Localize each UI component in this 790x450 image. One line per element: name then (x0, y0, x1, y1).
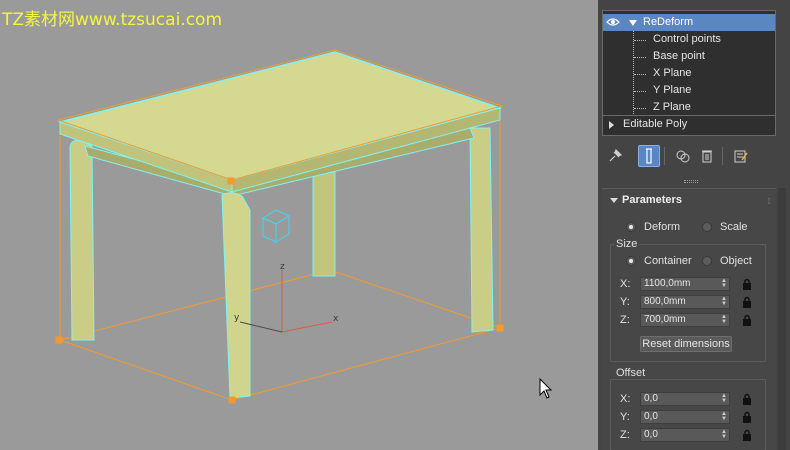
offset-y-spinner[interactable]: 0,0 ▲ ▼ (640, 410, 730, 424)
spinner-arrows-icon[interactable]: ▲ ▼ (721, 296, 727, 307)
configure-modifier-sets-icon[interactable] (730, 145, 752, 167)
rollout-collapse-icon[interactable] (610, 198, 618, 203)
pin-stack-icon[interactable] (604, 145, 626, 167)
control-point-cube-icon[interactable] (261, 209, 291, 243)
size-z-label: Z: (620, 314, 630, 326)
container-label: Container (644, 255, 692, 267)
stack-subitem-x-plane[interactable]: X Plane (603, 65, 775, 82)
size-y-label: Y: (620, 296, 630, 308)
container-radio[interactable] (626, 256, 636, 266)
stack-item-redeform[interactable]: ReDeform (603, 14, 775, 31)
stack-item-label: ReDeform (643, 16, 694, 28)
spinner-arrows-icon[interactable]: ▲ ▼ (721, 314, 727, 325)
spinner-arrows-icon[interactable]: ▲ ▼ (721, 411, 727, 422)
lock-icon[interactable] (742, 296, 752, 308)
object-radio[interactable] (702, 256, 712, 266)
spinner-arrows-icon[interactable]: ▲ ▼ (721, 393, 727, 404)
toolbar-separator (722, 147, 723, 165)
spinner-arrows-icon[interactable]: ▲ ▼ (721, 429, 727, 440)
deform-radio[interactable] (626, 222, 636, 232)
lock-icon[interactable] (742, 278, 752, 290)
offset-group-title: Offset (614, 367, 648, 379)
size-z-value[interactable]: 700,0mm (644, 314, 686, 325)
deform-label: Deform (644, 221, 681, 233)
offset-z-label: Z: (620, 429, 630, 441)
offset-x-label: X: (620, 393, 631, 405)
modifier-stack-list[interactable]: ReDeform Control points Base point X Pla… (602, 10, 776, 136)
object-label: Object (720, 255, 752, 267)
size-group-title: Size (614, 238, 640, 250)
perspective-viewport[interactable]: TZ素材网www.tzsucai.com z y x (0, 0, 598, 450)
table-3d-scene[interactable] (0, 0, 598, 450)
size-x-spinner[interactable]: 1100,0mm ▲ ▼ (640, 277, 730, 291)
stack-subitem-y-plane[interactable]: Y Plane (603, 82, 775, 99)
parameters-rollout: Parameters ⁞⁞ Deform Scale Size Containe… (602, 188, 776, 450)
command-panel-scrollbar[interactable] (778, 188, 786, 450)
size-y-spinner[interactable]: 800,0mm ▲ ▼ (640, 295, 730, 309)
offset-x-value[interactable]: 0,0 (644, 393, 658, 404)
scale-label: Scale (720, 221, 748, 233)
offset-z-spinner[interactable]: 0,0 ▲ ▼ (640, 428, 730, 442)
offset-y-value[interactable]: 0,0 (644, 411, 658, 422)
expand-triangle-icon[interactable] (629, 20, 637, 26)
size-x-value[interactable]: 1100,0mm (644, 278, 691, 289)
size-z-spinner[interactable]: 700,0mm ▲ ▼ (640, 313, 730, 327)
table-leg-back (312, 169, 336, 277)
panel-splitter-grip[interactable] (684, 180, 698, 183)
stack-subitem-base-point[interactable]: Base point (603, 48, 775, 65)
offset-z-value[interactable]: 0,0 (644, 429, 658, 440)
show-end-result-icon[interactable] (638, 145, 660, 167)
visibility-eye-icon[interactable] (606, 17, 620, 27)
watermark-text: TZ素材网www.tzsucai.com (2, 10, 223, 30)
mouse-cursor-icon (539, 378, 553, 399)
lock-icon[interactable] (742, 314, 752, 326)
size-y-value[interactable]: 800,0mm (644, 296, 686, 307)
stack-subitem-z-plane[interactable]: Z Plane (603, 99, 775, 116)
rollout-grip-icon: ⁞⁞ (767, 197, 772, 206)
lock-icon[interactable] (742, 411, 752, 423)
scale-radio[interactable] (702, 222, 712, 232)
stack-subitem-control-points[interactable]: Control points (603, 31, 775, 48)
table-leg-front (221, 192, 251, 399)
offset-y-label: Y: (620, 411, 630, 423)
collapsed-triangle-icon[interactable] (609, 121, 614, 129)
axis-label-z: z (280, 262, 285, 272)
spinner-arrows-icon[interactable]: ▲ ▼ (721, 278, 727, 289)
stack-toolbar (602, 143, 776, 169)
table-leg-right (469, 127, 494, 333)
offset-x-spinner[interactable]: 0,0 ▲ ▼ (640, 392, 730, 406)
axis-tripod-icon (239, 270, 333, 333)
reset-dimensions-button[interactable]: Reset dimensions (640, 336, 732, 352)
rollout-title[interactable]: Parameters (622, 194, 682, 206)
size-x-label: X: (620, 278, 631, 290)
table-leg-left (69, 139, 95, 341)
lock-icon[interactable] (742, 429, 752, 441)
axis-label-y: y (234, 313, 240, 323)
toolbar-separator (664, 147, 665, 165)
remove-modifier-icon[interactable] (696, 145, 718, 167)
stack-item-editable-poly[interactable]: Editable Poly (603, 116, 775, 133)
command-panel: ReDeform Control points Base point X Pla… (598, 0, 790, 450)
lock-icon[interactable] (742, 393, 752, 405)
axis-label-x: x (333, 314, 339, 324)
make-unique-icon[interactable] (672, 145, 694, 167)
